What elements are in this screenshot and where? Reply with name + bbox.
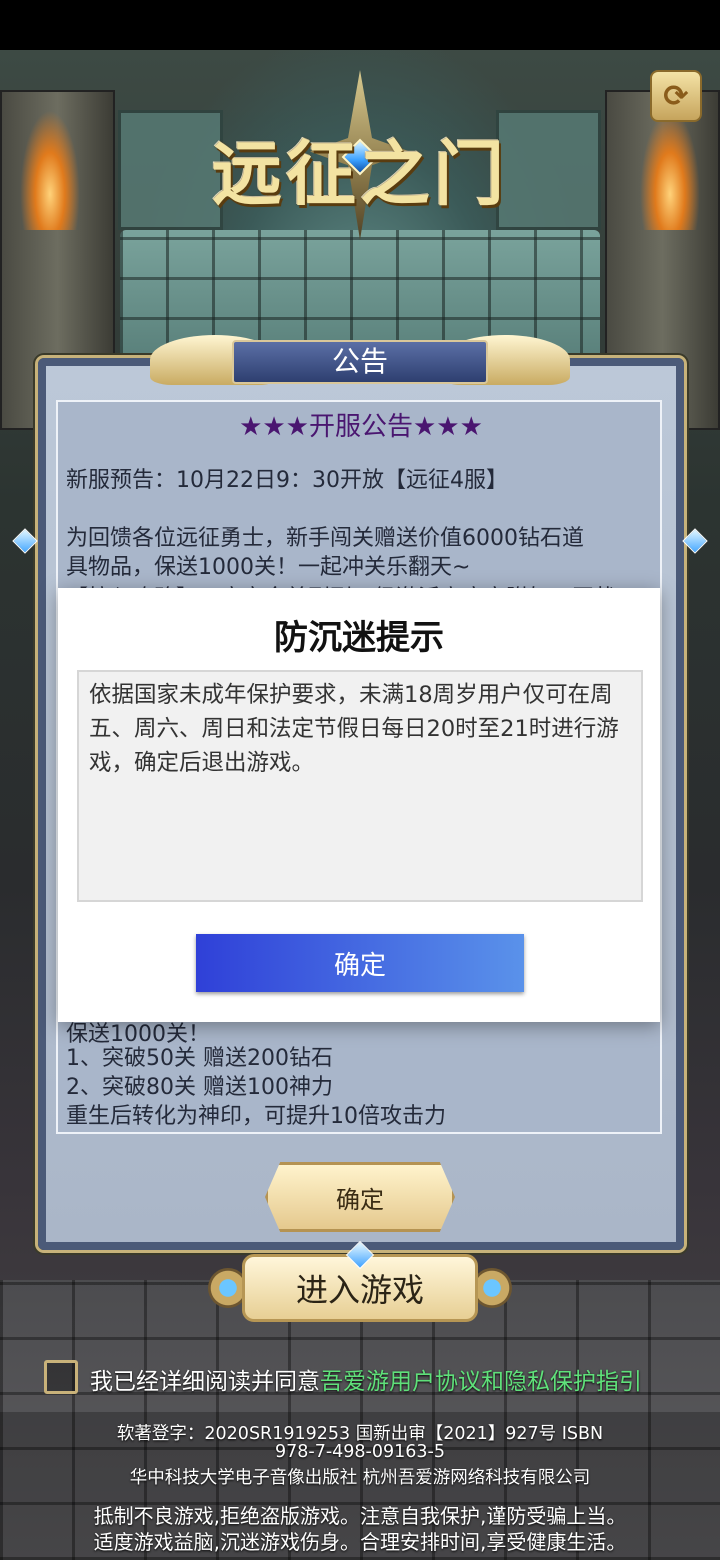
dialog-confirm-button[interactable]: 确定 bbox=[196, 934, 524, 992]
notice-line: 2、突破80关 赠送100神力 bbox=[66, 1075, 333, 1100]
anti-addiction-dialog: 防沉迷提示 依据国家未成年保护要求，未满18周岁用户仅可在周五、周六、周日和法定… bbox=[58, 588, 660, 1022]
agreement-text: 我已经详细阅读并同意吾爱游用户协议和隐私保护指引 bbox=[90, 1362, 642, 1396]
notice-line: 为回馈各位远征勇士，新手闯关赠送价值6000钻石道 bbox=[66, 526, 584, 551]
right-torch bbox=[640, 110, 700, 230]
notice-confirm-label: 确定 bbox=[336, 1185, 384, 1214]
notice-line: 新服预告：10月22日9：30开放【远征4服】 bbox=[66, 468, 508, 493]
game-title: 远征之门 bbox=[212, 132, 508, 215]
enter-game-label: 进入游戏 bbox=[295, 1271, 424, 1309]
enter-right-ornament-icon bbox=[472, 1268, 512, 1308]
notice-line: 重生后转化为神印，可提升10倍攻击力 bbox=[66, 1104, 446, 1129]
refresh-icon: ⟳ bbox=[663, 78, 689, 114]
left-torch bbox=[20, 110, 80, 230]
footer: 软著登字：2020SR1919253 国新出审【2021】927号 ISBN 9… bbox=[0, 1412, 720, 1560]
footer-health-notice: 适度游戏益脑,沉迷游戏伤身。合理安排时间,享受健康生活。 bbox=[93, 1530, 627, 1554]
agreement-link[interactable]: 吾爱游用户协议和隐私保护指引 bbox=[320, 1369, 642, 1395]
footer-publishers: 华中科技大学电子音像出版社 杭州吾爱游网络科技有限公司 bbox=[129, 1468, 591, 1488]
footer-isbn: 978-7-498-09163-5 bbox=[274, 1442, 445, 1462]
refresh-button[interactable]: ⟳ bbox=[650, 70, 702, 122]
dialog-confirm-label: 确定 bbox=[333, 950, 386, 981]
notice-headline: ★★★开服公告★★★ bbox=[239, 412, 483, 442]
notice-line: 1、突破50关 赠送200钻石 bbox=[66, 1046, 333, 1071]
notice-confirm-button[interactable]: 确定 bbox=[265, 1162, 455, 1232]
agreement-checkbox[interactable] bbox=[44, 1360, 78, 1394]
notice-line: 具物品，保送1000关！一起冲关乐翻天~ bbox=[66, 555, 471, 580]
agreement-prefix: 我已经详细阅读并同意 bbox=[90, 1369, 320, 1395]
dialog-message: 依据国家未成年保护要求，未满18周岁用户仅可在周五、周六、周日和法定节假日每日2… bbox=[77, 670, 643, 902]
dialog-title: 防沉迷提示 bbox=[274, 618, 444, 658]
notice-header: 公告 bbox=[232, 340, 488, 384]
footer-health-notice: 抵制不良游戏,拒绝盗版游戏。注意自我保护,谨防受骗上当。 bbox=[93, 1504, 627, 1528]
